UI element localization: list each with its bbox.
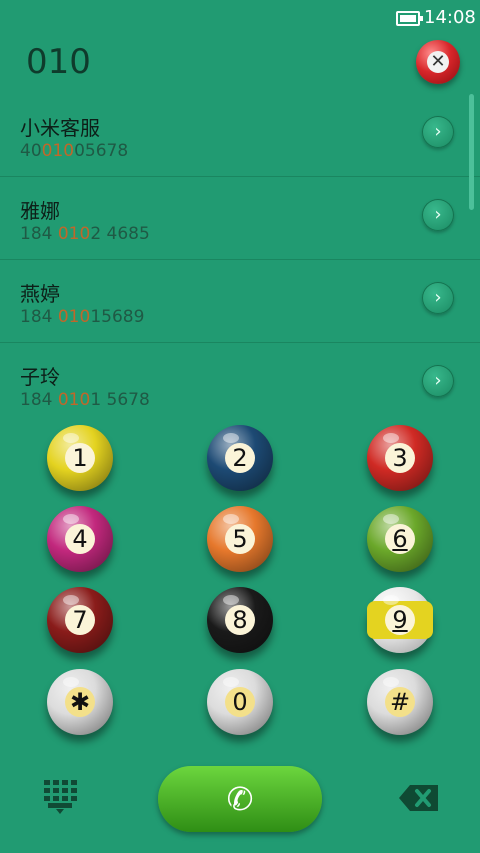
contact-name: 子玲 xyxy=(20,365,60,389)
battery-icon xyxy=(396,11,423,26)
backspace-icon xyxy=(399,785,438,811)
key-0[interactable]: 0 xyxy=(207,669,273,735)
contact-row[interactable]: 雅娜 184 0102 4685 › xyxy=(0,177,480,260)
key-9[interactable]: 9 xyxy=(367,587,433,653)
key-star[interactable]: ✱ xyxy=(47,669,113,735)
contact-row[interactable]: 小米客服 4001005678 › xyxy=(0,94,480,177)
scrollbar[interactable] xyxy=(469,94,474,210)
chevron-right-icon[interactable]: › xyxy=(422,199,454,231)
key-2[interactable]: 2 xyxy=(207,425,273,491)
contact-name: 雅娜 xyxy=(20,199,60,223)
key-3[interactable]: 3 xyxy=(367,425,433,491)
status-time: 14:08 xyxy=(424,7,476,28)
contact-number: 184 0101 5678 xyxy=(20,390,150,410)
key-8[interactable]: 8 xyxy=(207,587,273,653)
backspace-button[interactable] xyxy=(398,783,440,813)
contact-name: 小米客服 xyxy=(20,116,100,140)
chevron-right-icon[interactable]: › xyxy=(422,365,454,397)
contact-number: 4001005678 xyxy=(20,141,129,161)
contact-list: 小米客服 4001005678 › 雅娜 184 0102 4685 › 燕婷 … xyxy=(0,94,480,425)
number-match: 010 xyxy=(57,307,91,327)
key-4[interactable]: 4 xyxy=(47,506,113,572)
key-6[interactable]: 6 xyxy=(367,506,433,572)
key-5[interactable]: 5 xyxy=(207,506,273,572)
call-button[interactable]: ✆ xyxy=(158,766,322,832)
dialpad-icon[interactable] xyxy=(44,780,77,814)
chevron-right-icon[interactable]: › xyxy=(422,116,454,148)
number-match: 010 xyxy=(57,390,91,410)
contact-row[interactable]: 子玲 184 0101 5678 › xyxy=(0,343,480,425)
key-7[interactable]: 7 xyxy=(47,587,113,653)
contact-number: 184 0102 4685 xyxy=(20,224,150,244)
contact-name: 燕婷 xyxy=(20,282,60,306)
dialed-number: 010 xyxy=(26,42,91,82)
contact-number: 184 01015689 xyxy=(20,307,145,327)
key-1[interactable]: 1 xyxy=(47,425,113,491)
number-match: 010 xyxy=(41,141,75,161)
status-bar: 14:08 xyxy=(0,0,480,34)
clear-button[interactable]: ✕ xyxy=(416,40,460,84)
phone-icon: ✆ xyxy=(226,780,254,818)
close-icon: ✕ xyxy=(427,51,449,73)
key-hash[interactable]: # xyxy=(367,669,433,735)
number-match: 010 xyxy=(57,224,91,244)
chevron-right-icon[interactable]: › xyxy=(422,282,454,314)
contact-row[interactable]: 燕婷 184 01015689 › xyxy=(0,260,480,343)
